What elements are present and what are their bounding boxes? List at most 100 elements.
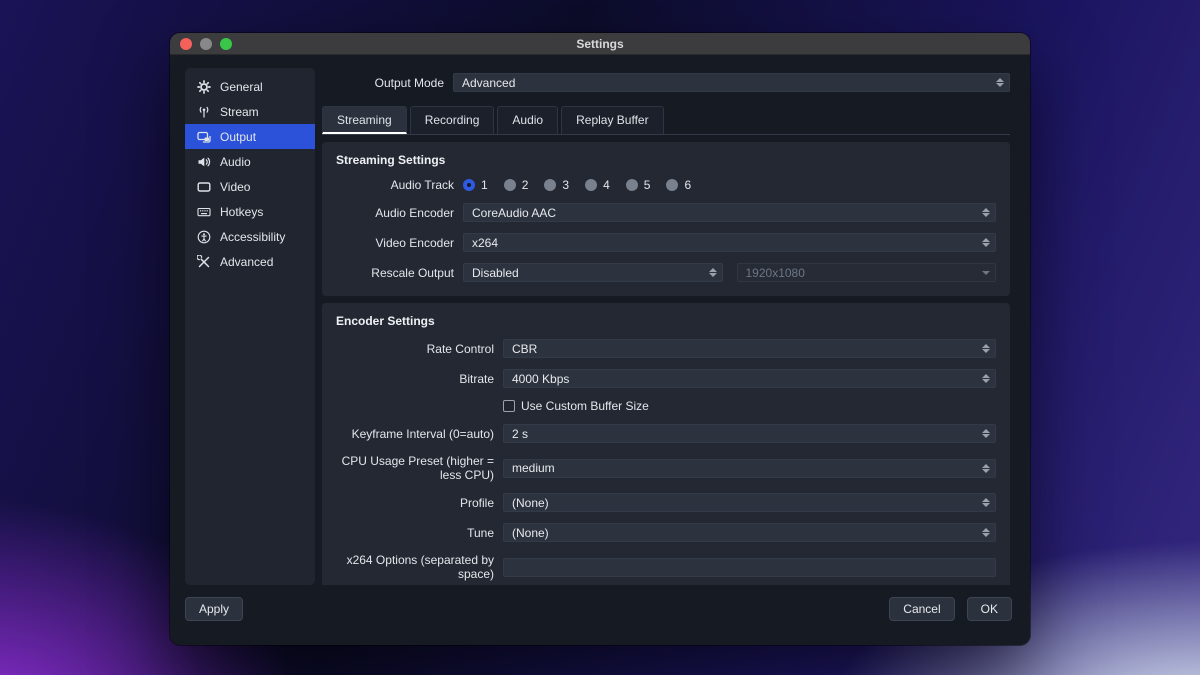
audio-track-label: Audio Track [336,178,454,192]
keyboard-icon [197,205,211,219]
keyframe-interval-label: Keyframe Interval (0=auto) [336,427,494,441]
output-tabs: Streaming Recording Audio Replay Buffer [322,106,1010,135]
video-encoder-label: Video Encoder [336,236,454,250]
sidebar-item-output[interactable]: Output [185,124,315,149]
streaming-settings-panel: Streaming Settings Audio Track 1 2 3 4 5… [322,142,1010,296]
radio-icon [666,179,678,191]
tab-streaming[interactable]: Streaming [322,106,407,134]
bitrate-row: Bitrate 4000 Kbps [336,369,996,388]
tab-audio[interactable]: Audio [497,106,558,134]
stepper-icon [980,340,992,357]
traffic-lights [180,38,232,50]
sidebar-item-hotkeys[interactable]: Hotkeys [185,199,315,224]
x264-options-input[interactable] [503,558,996,577]
tab-replay-buffer[interactable]: Replay Buffer [561,106,664,134]
audio-track-option-6[interactable]: 6 [666,178,691,192]
tune-row: Tune (None) [336,523,996,542]
audio-track-option-1[interactable]: 1 [463,178,488,192]
video-encoder-select[interactable]: x264 [463,233,996,252]
keyframe-interval-spinbox[interactable]: 2 s [503,424,996,443]
monitor-icon [197,180,211,194]
output-icon [197,130,211,144]
settings-sidebar: General Stream Output Audio [185,68,315,585]
apply-button[interactable]: Apply [185,597,243,621]
settings-window: Settings General Stream Output [170,33,1030,645]
cpu-preset-label: CPU Usage Preset (higher = less CPU) [336,454,494,482]
sidebar-item-label: Audio [220,155,251,169]
tools-icon [197,255,211,269]
custom-buffer-checkbox[interactable] [503,400,515,412]
output-settings-content: Output Mode Advanced Streaming Recording… [322,68,1010,585]
radio-icon [626,179,638,191]
audio-track-row: Audio Track 1 2 3 4 5 6 [336,178,996,192]
keyframe-interval-row: Keyframe Interval (0=auto) 2 s [336,424,996,443]
radio-icon [585,179,597,191]
tune-label: Tune [336,526,494,540]
x264-options-row: x264 Options (separated by space) [336,553,996,581]
profile-select[interactable]: (None) [503,493,996,512]
sidebar-item-general[interactable]: General [185,74,315,99]
rescale-resolution-select: 1920x1080 [737,263,997,282]
audio-track-option-4[interactable]: 4 [585,178,610,192]
dialog-footer: Apply Cancel OK [170,585,1030,645]
speaker-icon [197,155,211,169]
profile-row: Profile (None) [336,493,996,512]
sidebar-item-accessibility[interactable]: Accessibility [185,224,315,249]
cancel-button[interactable]: Cancel [889,597,954,621]
cpu-preset-row: CPU Usage Preset (higher = less CPU) med… [336,454,996,482]
stepper-icon [980,494,992,511]
audio-encoder-row: Audio Encoder CoreAudio AAC [336,203,996,222]
audio-encoder-label: Audio Encoder [336,206,454,220]
encoder-settings-title: Encoder Settings [336,314,996,328]
tune-select[interactable]: (None) [503,523,996,542]
close-button[interactable] [180,38,192,50]
rescale-output-label: Rescale Output [336,266,454,280]
accessibility-icon [197,230,211,244]
video-encoder-row: Video Encoder x264 [336,233,996,252]
audio-track-option-3[interactable]: 3 [544,178,569,192]
output-mode-select[interactable]: Advanced [453,73,1010,92]
sidebar-item-label: Hotkeys [220,205,263,219]
audio-track-option-5[interactable]: 5 [626,178,651,192]
rate-control-row: Rate Control CBR [336,339,996,358]
cpu-preset-select[interactable]: medium [503,459,996,478]
streaming-settings-title: Streaming Settings [336,153,996,167]
stepper-icon [707,264,719,281]
audio-encoder-select[interactable]: CoreAudio AAC [463,203,996,222]
sidebar-item-advanced[interactable]: Advanced [185,249,315,274]
custom-buffer-label: Use Custom Buffer Size [521,399,649,413]
ok-button[interactable]: OK [967,597,1012,621]
profile-label: Profile [336,496,494,510]
stepper-icon [980,425,992,442]
radio-icon [504,179,516,191]
rate-control-select[interactable]: CBR [503,339,996,358]
bitrate-label: Bitrate [336,372,494,386]
rescale-output-select[interactable]: Disabled [463,263,723,282]
custom-buffer-row: Use Custom Buffer Size [336,399,996,413]
stepper-icon [980,204,992,221]
sidebar-item-video[interactable]: Video [185,174,315,199]
radio-icon [544,179,556,191]
encoder-settings-panel: Encoder Settings Rate Control CBR Bitrat… [322,303,1010,585]
stepper-icon [980,460,992,477]
sidebar-item-label: Video [220,180,250,194]
stepper-icon [980,524,992,541]
audio-track-option-2[interactable]: 2 [504,178,529,192]
settings-body: General Stream Output Audio [170,55,1030,585]
tab-recording[interactable]: Recording [410,106,495,134]
zoom-button[interactable] [220,38,232,50]
sidebar-item-label: Output [220,130,256,144]
antenna-icon [197,105,211,119]
output-mode-row: Output Mode Advanced [322,73,1010,92]
chevron-down-icon [980,264,992,281]
sidebar-item-label: General [220,80,263,94]
bitrate-spinbox[interactable]: 4000 Kbps [503,369,996,388]
minimize-button[interactable] [200,38,212,50]
sidebar-item-audio[interactable]: Audio [185,149,315,174]
sidebar-item-label: Stream [220,105,259,119]
sidebar-item-label: Accessibility [220,230,285,244]
rescale-output-row: Rescale Output Disabled 1920x1080 [336,263,996,282]
x264-options-label: x264 Options (separated by space) [336,553,494,581]
output-mode-label: Output Mode [322,76,444,90]
sidebar-item-stream[interactable]: Stream [185,99,315,124]
